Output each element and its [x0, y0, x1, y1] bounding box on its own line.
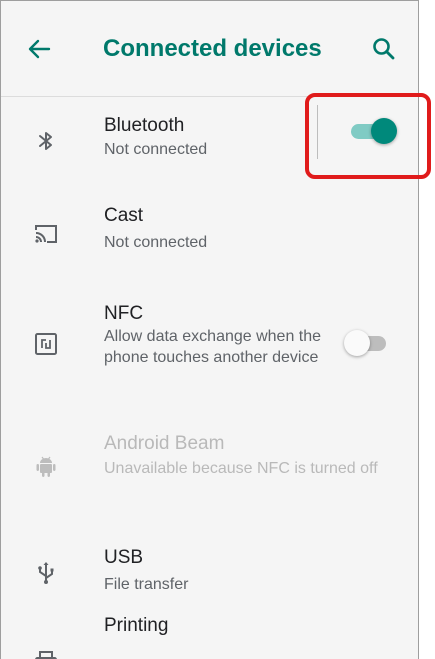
page-title: Connected devices — [103, 35, 322, 62]
search-icon — [373, 38, 395, 60]
usb-icon — [38, 562, 54, 584]
arrow-back-icon — [28, 39, 51, 59]
printing-item[interactable]: Printing — [1, 615, 418, 659]
bluetooth-icon — [39, 132, 52, 150]
cast-title: Cast — [104, 205, 144, 226]
cast-status: Not connected — [104, 234, 208, 251]
nfc-toggle-thumb — [344, 330, 370, 356]
android-beam-description: Unavailable because NFC is turned off — [104, 460, 378, 477]
android-icon — [36, 456, 56, 477]
usb-status: File transfer — [104, 576, 189, 593]
usb-title: USB — [104, 547, 144, 568]
nfc-icon — [35, 333, 57, 355]
android-beam-title: Android Beam — [104, 433, 225, 454]
android-beam-item: Android Beam Unavailable because NFC is … — [1, 421, 418, 521]
nfc-toggle[interactable] — [344, 330, 388, 356]
nfc-description: Allow data exchange when the phone touch… — [104, 328, 322, 366]
search-button[interactable] — [369, 34, 399, 64]
bluetooth-status: Not connected — [104, 141, 208, 158]
bluetooth-toggle-highlight — [305, 93, 431, 179]
printing-title: Printing — [104, 615, 169, 636]
nfc-title: NFC — [104, 303, 144, 324]
bluetooth-title: Bluetooth — [104, 115, 185, 136]
cast-item[interactable]: Cast Not connected — [1, 189, 418, 277]
app-bar: Connected devices — [1, 1, 418, 97]
back-button[interactable] — [23, 33, 55, 65]
printer-icon — [35, 651, 57, 659]
cast-icon — [35, 225, 57, 243]
usb-item[interactable]: USB File transfer — [1, 531, 418, 621]
